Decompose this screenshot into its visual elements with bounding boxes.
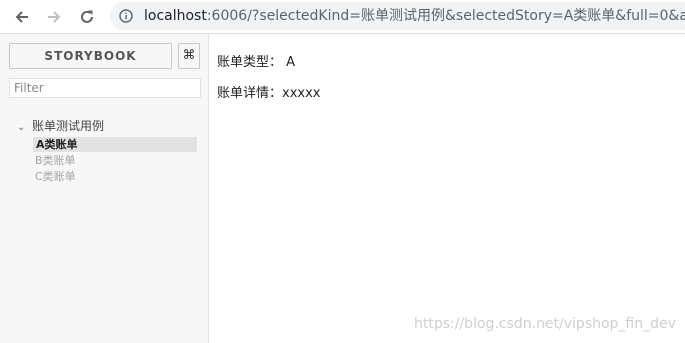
bill-type-line: 账单类型： A [217, 51, 295, 70]
story-kind-item[interactable]: ⌄ 账单测试用例 [17, 118, 104, 134]
reload-icon [81, 10, 93, 23]
bill-detail-label: 账单详情： [217, 86, 283, 101]
forward-arrow-icon [48, 11, 61, 23]
bill-type-value: A [286, 55, 296, 70]
filter-input[interactable] [9, 78, 201, 98]
browser-toolbar: localhost:6006/?selectedKind=账单测试用例&sele… [0, 0, 685, 34]
url-text: localhost:6006/?selectedKind=账单测试用例&sele… [144, 2, 685, 30]
keyboard-shortcuts-button[interactable]: ⌘ [178, 43, 200, 69]
back-button[interactable] [10, 5, 34, 29]
reload-button[interactable] [75, 5, 99, 29]
storybook-brand-button[interactable]: STORYBOOK [9, 43, 172, 69]
story-item-b[interactable]: B类账单 [35, 153, 76, 168]
story-preview: 账单类型： A 账单详情：xxxxx https://blog.csdn.net… [210, 34, 685, 343]
url-path: :6006/?selectedKind=账单测试用例&selectedStory… [206, 8, 685, 24]
info-icon [119, 9, 133, 23]
bill-detail-line: 账单详情：xxxxx [217, 82, 320, 101]
story-item-a[interactable]: A类账单 [33, 137, 197, 152]
address-bar[interactable]: localhost:6006/?selectedKind=账单测试用例&sele… [110, 2, 685, 30]
watermark-text: https://blog.csdn.net/vipshop_fin_dev [414, 316, 676, 332]
bill-type-label: 账单类型： [217, 55, 283, 70]
story-kind-label: 账单测试用例 [32, 119, 105, 133]
back-arrow-icon [15, 11, 28, 23]
story-item-c[interactable]: C类账单 [35, 169, 76, 184]
storybook-sidebar: STORYBOOK ⌘ ⌄ 账单测试用例 A类账单 B类账单 C类账单 [0, 34, 209, 343]
forward-button[interactable] [42, 5, 66, 29]
chevron-down-icon: ⌄ [17, 122, 26, 133]
url-host: localhost [144, 8, 207, 24]
bill-detail-value: xxxxx [282, 86, 321, 101]
